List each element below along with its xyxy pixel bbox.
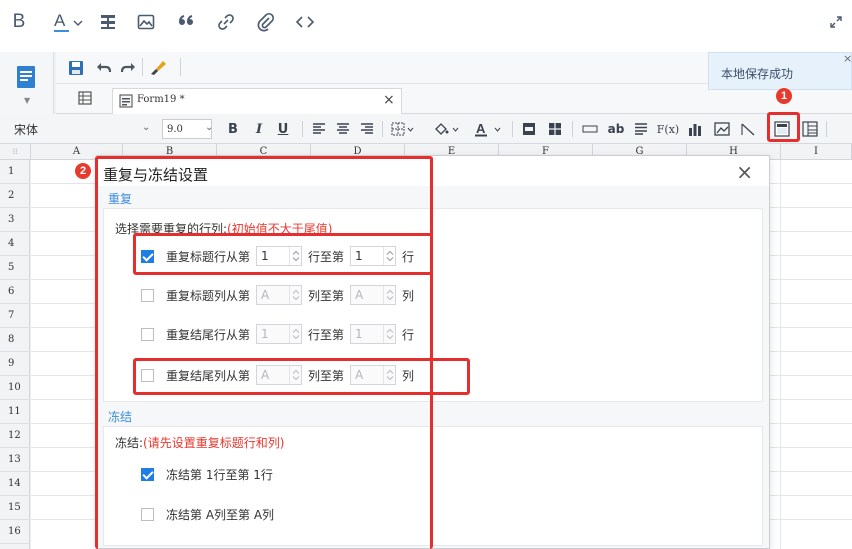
text-color-icon[interactable]: A <box>472 120 506 138</box>
row-header[interactable]: 7 <box>0 304 30 328</box>
quote-icon[interactable] <box>174 8 198 36</box>
save-success-toast: 本地保存成功 <box>708 52 852 90</box>
toast-close-button[interactable]: × <box>843 52 852 65</box>
dialog-close-button[interactable]: × <box>736 160 753 184</box>
slash-line-icon[interactable] <box>738 120 758 138</box>
font-color-icon[interactable]: A <box>52 8 88 36</box>
form-file-icon <box>119 94 133 111</box>
column-header[interactable]: I <box>781 144 852 160</box>
image-insert-icon[interactable] <box>712 120 732 138</box>
step-badge-2: 2 <box>75 163 91 179</box>
template-icon[interactable] <box>14 64 38 93</box>
row-header-column: 1 2 3 4 5 6 7 8 9 10 11 12 13 14 15 16 <box>0 160 30 549</box>
row-header[interactable]: 15 <box>0 496 30 520</box>
row-header[interactable]: 10 <box>0 376 30 400</box>
row-header[interactable]: 6 <box>0 280 30 304</box>
svg-text:A: A <box>54 11 66 30</box>
bold-button[interactable]: B <box>226 120 240 138</box>
table-insert-icon[interactable] <box>96 8 120 36</box>
chevron-down-icon[interactable]: ⌄ <box>142 122 160 138</box>
expand-icon[interactable] <box>826 8 846 36</box>
save-icon[interactable] <box>68 60 84 79</box>
chevron-down-icon[interactable]: ▼ <box>24 96 30 105</box>
toolbar-divider <box>382 121 383 137</box>
grid-line <box>780 160 781 549</box>
row-header[interactable]: 13 <box>0 448 30 472</box>
text-widget-button[interactable]: ab <box>606 120 626 138</box>
toast-message: 本地保存成功 <box>721 67 794 81</box>
chevron-down-icon[interactable]: ⌄ <box>205 122 213 133</box>
left-panel-strip: ▼ <box>0 52 54 114</box>
chart-icon[interactable] <box>686 120 704 138</box>
row-header[interactable]: 9 <box>0 352 30 376</box>
tab-title: Form19 * <box>137 94 185 105</box>
row-header[interactable]: 14 <box>0 472 30 496</box>
toolbar-divider <box>826 121 827 137</box>
highlight-toolbar-button <box>767 112 800 142</box>
border-icon[interactable] <box>390 120 416 138</box>
row-header[interactable]: 12 <box>0 424 30 448</box>
paragraph-icon[interactable] <box>632 120 650 138</box>
attachment-icon[interactable] <box>254 8 278 36</box>
format-toolbar: 宋体 ⌄ 9.0 ⌄ B I U A ab F(x) <box>0 114 852 144</box>
code-icon[interactable] <box>292 8 318 36</box>
row-header[interactable]: 3 <box>0 208 30 232</box>
toolbar-divider <box>512 121 513 137</box>
align-center-icon[interactable] <box>334 120 352 138</box>
font-family-value: 宋体 <box>14 122 39 137</box>
svg-text:A: A <box>476 121 486 136</box>
bold-icon[interactable]: B <box>8 8 30 36</box>
highlight-dialog-area <box>95 156 433 549</box>
highlight-title-rows <box>133 233 433 275</box>
select-all-corner[interactable]: ⁝⁝ <box>0 144 31 160</box>
row-header[interactable]: 16 <box>0 520 30 544</box>
fill-color-icon[interactable] <box>432 120 462 138</box>
row-header[interactable]: 8 <box>0 328 30 352</box>
row-header[interactable]: 2 <box>0 184 30 208</box>
image-icon[interactable] <box>134 8 158 36</box>
font-size-value: 9.0 <box>167 123 183 135</box>
toolbar-divider <box>180 58 181 76</box>
row-header[interactable]: 1 <box>0 160 30 184</box>
row-header[interactable]: 5 <box>0 256 30 280</box>
link-icon[interactable] <box>214 8 238 36</box>
underline-button[interactable]: U <box>276 120 290 138</box>
row-header[interactable]: 4 <box>0 232 30 256</box>
italic-button[interactable]: I <box>252 120 266 138</box>
redo-icon[interactable] <box>120 60 136 79</box>
undo-icon[interactable] <box>96 60 112 79</box>
tab-close-button[interactable]: × <box>383 92 395 108</box>
row-header[interactable]: 11 <box>0 400 30 424</box>
toolbar-divider <box>142 58 143 76</box>
align-left-icon[interactable] <box>310 120 328 138</box>
font-family-select[interactable]: 宋体 <box>10 119 160 139</box>
text-field-icon[interactable] <box>580 120 600 138</box>
editor-toolbar: B A <box>0 0 852 44</box>
align-right-icon[interactable] <box>358 120 376 138</box>
split-cells-icon[interactable] <box>546 120 564 138</box>
merge-cells-icon[interactable] <box>520 120 538 138</box>
formula-button[interactable]: F(x) <box>656 120 680 138</box>
toolbar-divider <box>572 121 573 137</box>
tab-form19[interactable]: Form19 * × <box>112 88 402 114</box>
step-badge-1: 1 <box>776 88 792 104</box>
columns-layout-icon[interactable] <box>800 120 820 138</box>
highlight-footer-cols <box>133 358 470 395</box>
toolbar-divider <box>302 121 303 137</box>
grid-view-icon[interactable] <box>78 91 92 108</box>
format-painter-icon[interactable] <box>150 60 168 79</box>
